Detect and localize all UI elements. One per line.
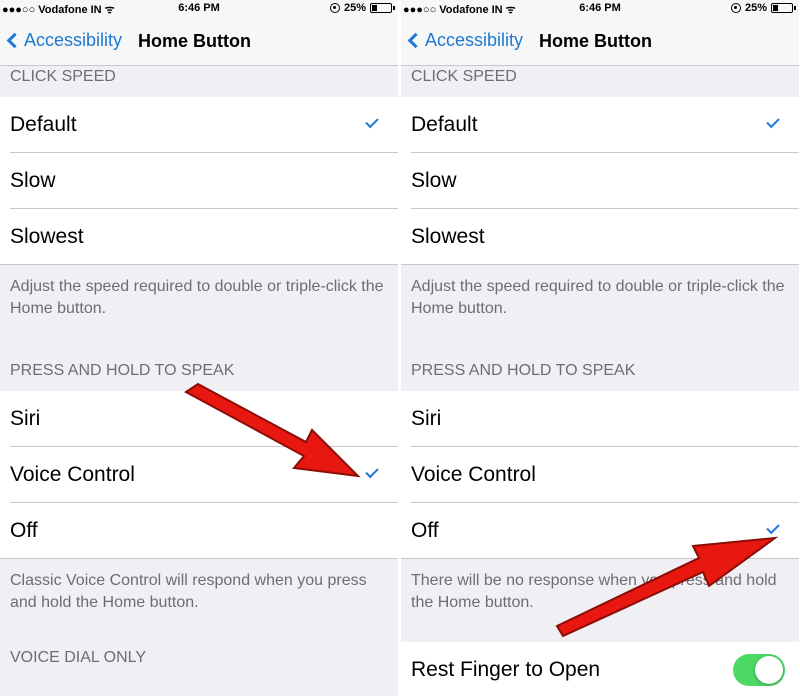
option-label: Slow xyxy=(411,169,457,192)
option-slowest[interactable]: Slowest xyxy=(0,209,398,265)
option-off[interactable]: Off xyxy=(401,503,799,559)
option-label: Off xyxy=(10,519,38,542)
back-label: Accessibility xyxy=(24,30,123,50)
option-voice-control[interactable]: Voice Control xyxy=(0,447,398,503)
option-off[interactable]: Off xyxy=(0,503,398,559)
press-hold-footer: Classic Voice Control will respond when … xyxy=(10,572,367,611)
press-hold-footer: There will be no response when you press… xyxy=(411,572,777,611)
option-default[interactable]: Default xyxy=(401,97,799,153)
option-label: Slow xyxy=(10,169,56,192)
page-title: Home Button xyxy=(138,31,251,51)
back-button[interactable]: Accessibility xyxy=(6,30,122,51)
rest-finger-toggle[interactable] xyxy=(733,654,785,686)
checkmark-icon xyxy=(766,114,780,129)
status-bar: ●●●○○ Vodafone IN ᯤ 6:46 PM 25% xyxy=(401,0,799,18)
rest-finger-label: Rest Finger to Open xyxy=(411,658,601,681)
toggle-knob xyxy=(755,656,783,684)
checkmark-icon xyxy=(766,520,780,535)
option-label: Siri xyxy=(10,407,41,430)
option-label: Voice Control xyxy=(411,463,536,486)
option-slow[interactable]: Slow xyxy=(0,153,398,209)
location-icon xyxy=(730,3,741,13)
section-header-click-speed: CLICK SPEED xyxy=(411,68,517,85)
option-label: Voice Control xyxy=(10,463,135,486)
section-header-press-hold: PRESS AND HOLD TO SPEAK xyxy=(10,362,235,379)
location-icon xyxy=(329,3,340,13)
option-label: Siri xyxy=(411,407,442,430)
battery-percent: 25% xyxy=(343,2,366,14)
section-header-click-speed: CLICK SPEED xyxy=(10,68,116,85)
option-label: Default xyxy=(10,113,77,136)
checkmark-icon xyxy=(365,114,379,129)
page-title: Home Button xyxy=(539,31,652,51)
settings-screen-left: ●●●○○ Vodafone IN ᯤ 6:46 PM 25% Accessib… xyxy=(0,0,398,696)
back-label: Accessibility xyxy=(425,30,524,50)
option-label: Default xyxy=(411,113,478,136)
chevron-left-icon xyxy=(6,32,23,49)
section-header-voice-dial: VOICE DIAL ONLY xyxy=(10,649,147,666)
option-siri[interactable]: Siri xyxy=(0,391,398,447)
option-label: Off xyxy=(411,519,439,542)
rest-finger-to-open-row: Rest Finger to Open xyxy=(401,642,799,696)
checkmark-icon xyxy=(365,464,379,479)
settings-screen-right: ●●●○○ Vodafone IN ᯤ 6:46 PM 25% Accessib… xyxy=(401,0,799,696)
click-speed-footer: Adjust the speed required to double or t… xyxy=(10,278,384,317)
option-slow[interactable]: Slow xyxy=(401,153,799,209)
option-voice-control[interactable]: Voice Control xyxy=(401,447,799,503)
option-default[interactable]: Default xyxy=(0,97,398,153)
navigation-bar: Accessibility Home Button xyxy=(0,18,398,66)
click-speed-footer: Adjust the speed required to double or t… xyxy=(411,278,785,317)
option-label: Slowest xyxy=(411,225,485,248)
status-bar: ●●●○○ Vodafone IN ᯤ 6:46 PM 25% xyxy=(0,0,398,18)
navigation-bar: Accessibility Home Button xyxy=(401,18,799,66)
battery-icon xyxy=(370,3,395,13)
option-slowest[interactable]: Slowest xyxy=(401,209,799,265)
option-label: Slowest xyxy=(10,225,84,248)
option-siri[interactable]: Siri xyxy=(401,391,799,447)
back-button[interactable]: Accessibility xyxy=(407,30,523,51)
section-header-press-hold: PRESS AND HOLD TO SPEAK xyxy=(411,362,636,379)
battery-percent: 25% xyxy=(744,2,767,14)
battery-icon xyxy=(771,3,796,13)
chevron-left-icon xyxy=(407,32,424,49)
